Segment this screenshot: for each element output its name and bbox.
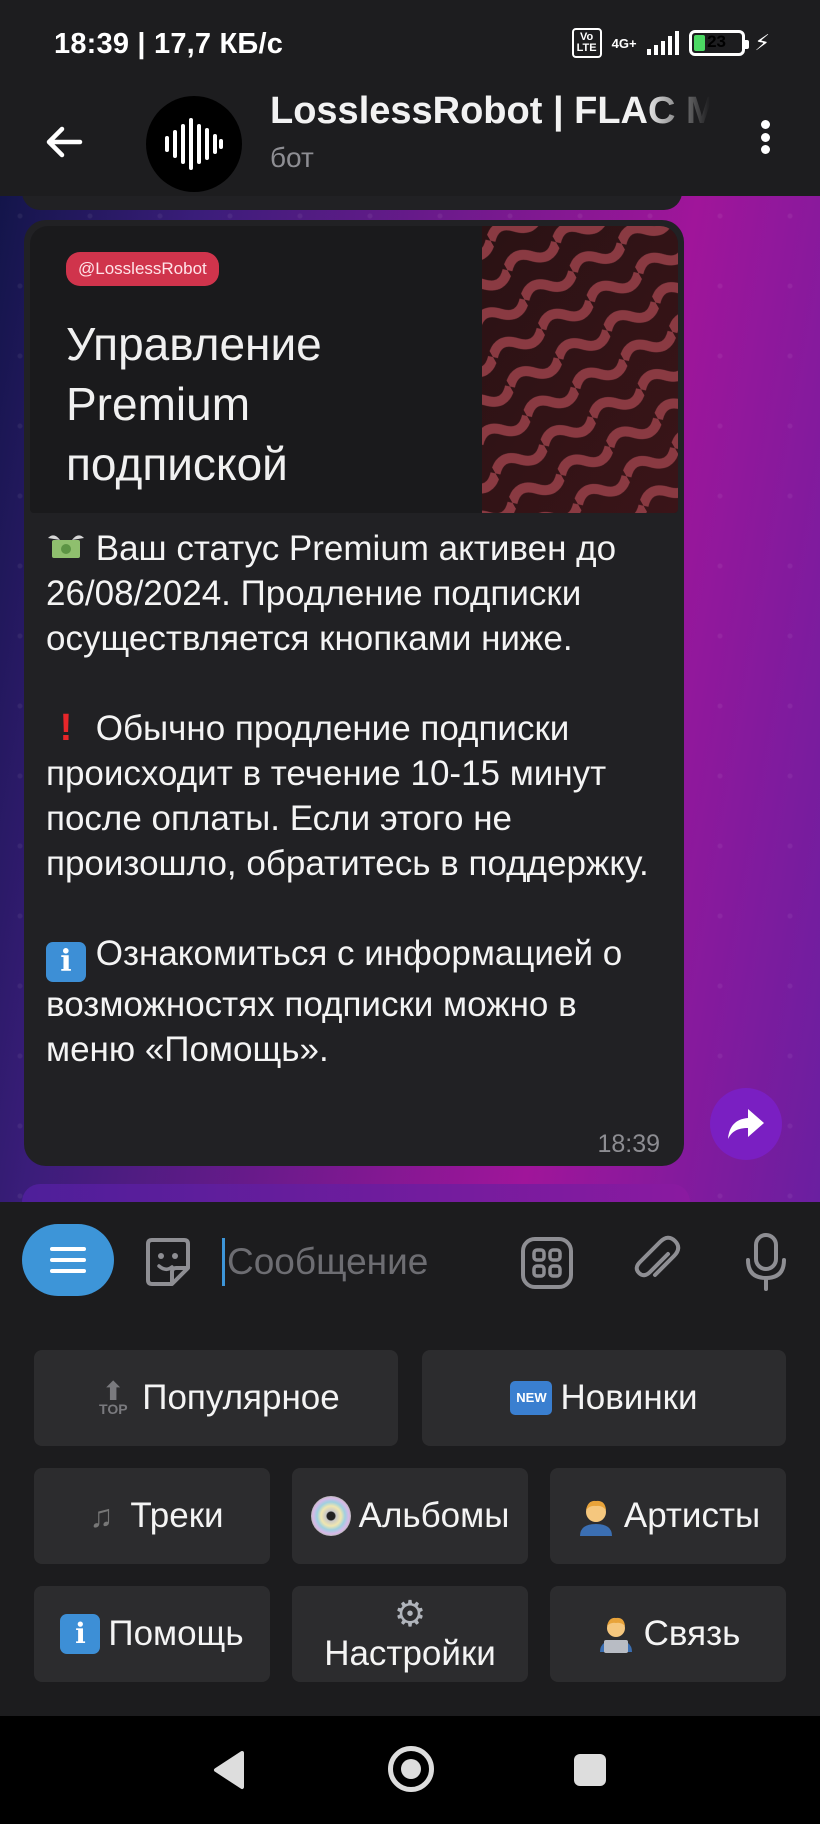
artists-button[interactable]: Артисты	[550, 1468, 786, 1564]
message-paragraph-help: i Ознакомиться с информацией о возможнос…	[46, 931, 672, 1072]
nav-recents-icon[interactable]	[574, 1754, 606, 1786]
help-label: Помощь	[108, 1614, 244, 1653]
banner-title: Управление Premium подпиской	[66, 318, 322, 490]
next-message-bubble[interactable]	[22, 1184, 690, 1202]
battery-level: 23	[707, 32, 726, 51]
gear-icon: ⚙	[393, 1593, 427, 1634]
status-time-speed: 18:39 | 17,7 КБ/с	[54, 28, 284, 60]
person-icon	[579, 1500, 612, 1536]
volte-icon: Vo LTE	[571, 28, 602, 58]
albums-label: Альбомы	[358, 1496, 510, 1535]
paragraph-2-text: Обычно продление подписки происходит в т…	[46, 709, 649, 883]
status-icons: Vo LTE 4G+ 23 ⚡	[571, 28, 770, 58]
exclamation-icon: !	[59, 707, 73, 749]
contact-label: Связь	[643, 1614, 741, 1653]
paragraph-1-text: Ваш статус Premium активен до 26/08/2024…	[46, 529, 617, 658]
new-icon: NEW	[510, 1381, 553, 1415]
previous-message-bubble[interactable]	[22, 196, 682, 210]
music-notes-icon: ♫	[89, 1498, 114, 1534]
navigation-bar	[0, 1716, 820, 1824]
message-banner-image[interactable]: @LosslessRobot Управление Premium подпис…	[30, 226, 678, 513]
info-icon: i	[46, 942, 86, 982]
paragraph-3-text: Ознакомиться с информацией о возможностя…	[46, 934, 623, 1069]
network-type: 4G+	[611, 35, 637, 51]
wave-pattern	[482, 226, 678, 513]
cd-icon	[310, 1496, 351, 1536]
back-arrow-icon[interactable]	[40, 118, 88, 166]
nav-home-icon[interactable]	[388, 1746, 434, 1792]
battery-icon: 23	[688, 30, 749, 56]
bot-commands-icon[interactable]	[520, 1236, 574, 1290]
attach-icon[interactable]	[628, 1234, 684, 1290]
albums-button[interactable]: Альбомы	[292, 1468, 528, 1564]
contact-button[interactable]: Связь	[550, 1586, 786, 1682]
microphone-icon[interactable]	[740, 1232, 792, 1292]
signal-icon	[646, 31, 679, 55]
tracks-button[interactable]: ♫ Треки	[34, 1468, 270, 1564]
help-button[interactable]: i Помощь	[34, 1586, 270, 1682]
chat-area[interactable]: @LosslessRobot Управление Premium подпис…	[0, 196, 820, 1202]
popular-button[interactable]: ⬆ TOP Популярное	[34, 1350, 398, 1446]
input-bar	[0, 1202, 820, 1322]
message-paragraph-status: Ваш статус Premium активен до 26/08/2024…	[46, 526, 672, 661]
message-text: Ваш статус Premium активен до 26/08/2024…	[46, 526, 672, 1072]
message-bubble[interactable]: @LosslessRobot Управление Premium подпис…	[24, 220, 684, 1166]
message-time: 18:39	[597, 1130, 660, 1158]
waveform-icon	[165, 118, 223, 170]
banner-tag: @LosslessRobot	[66, 252, 219, 286]
settings-button[interactable]: ⚙ Настройки	[292, 1586, 528, 1682]
info-icon: i	[60, 1614, 101, 1654]
chat-header: LosslessRobot | FLAC M бот	[0, 90, 820, 196]
top-icon: ⬆ TOP	[99, 1376, 128, 1417]
status-bar: 18:39 | 17,7 КБ/с Vo LTE 4G+ 23 ⚡	[0, 0, 820, 90]
new-releases-button[interactable]: NEW Новинки	[422, 1350, 786, 1446]
message-input[interactable]	[222, 1238, 482, 1286]
charging-icon: ⚡	[754, 30, 770, 55]
money-with-wings-icon	[48, 535, 84, 558]
nav-back-icon[interactable]	[212, 1750, 246, 1790]
sticker-icon[interactable]	[140, 1234, 196, 1290]
chat-title[interactable]: LosslessRobot | FLAC M	[270, 90, 710, 133]
forward-button[interactable]	[710, 1088, 782, 1160]
bot-keyboard: ⬆ TOP Популярное NEW Новинки ♫ Треки Альб…	[0, 1322, 820, 1716]
technologist-icon	[599, 1617, 632, 1653]
tracks-label: Треки	[130, 1496, 224, 1535]
forward-arrow-icon	[728, 1109, 764, 1139]
settings-label: Настройки	[324, 1634, 496, 1673]
message-paragraph-renewal: ! Обычно продление подписки происходит в…	[46, 706, 672, 886]
more-options-icon[interactable]	[750, 112, 780, 162]
bot-avatar[interactable]	[146, 96, 242, 192]
new-releases-label: Новинки	[560, 1378, 698, 1417]
bot-menu-button[interactable]	[22, 1224, 114, 1296]
artists-label: Артисты	[623, 1496, 761, 1535]
popular-label: Популярное	[142, 1378, 340, 1417]
chat-subtitle: бот	[270, 142, 314, 173]
